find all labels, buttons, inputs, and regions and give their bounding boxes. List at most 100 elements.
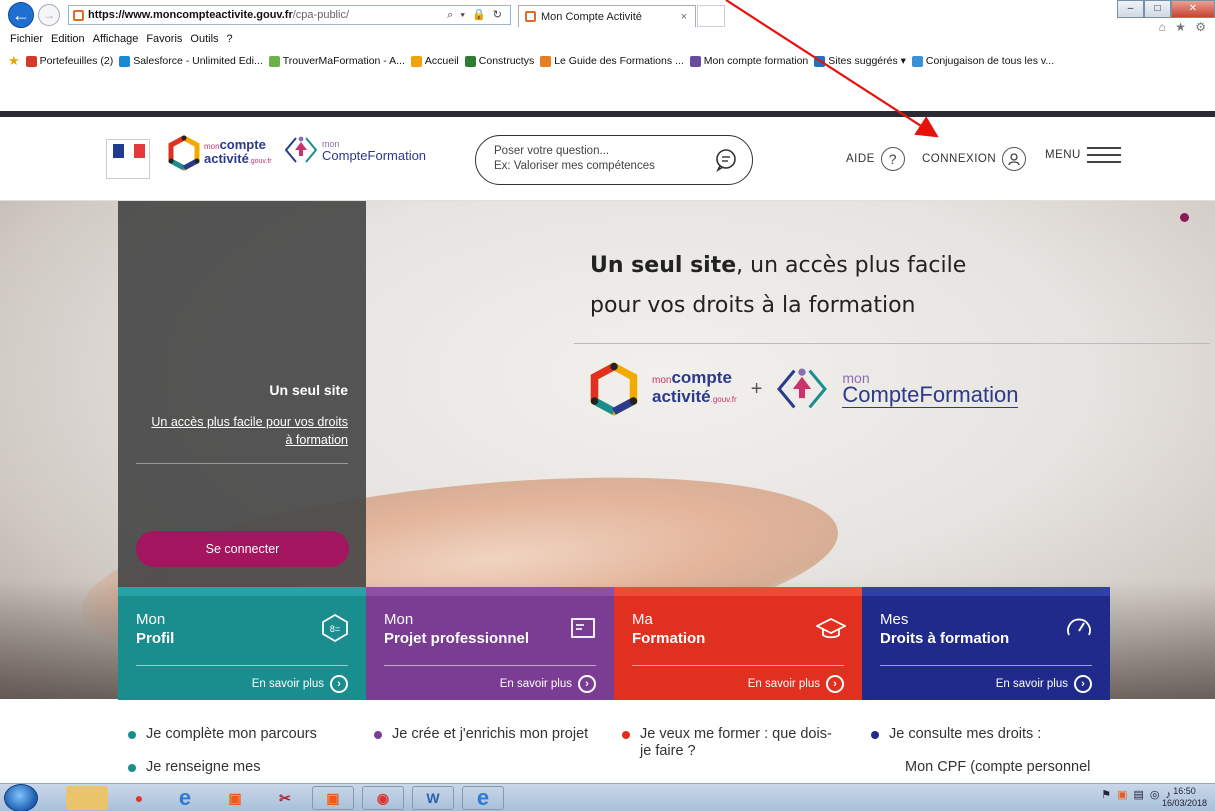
menu-item[interactable]: Edition	[51, 33, 85, 45]
card-line-2: Profil	[136, 630, 175, 647]
sync-icon[interactable]: ◎	[1150, 788, 1160, 801]
card-line-2: Droits à formation	[880, 630, 1010, 647]
feature-card[interactable]: Mon Profil 8= En savoir plus ›	[118, 587, 366, 700]
feature-card[interactable]: Mon Projet professionnel En savoir plus ›	[366, 587, 614, 700]
hero-cpa-suffix: .gouv.fr	[710, 395, 737, 404]
hero-cf-word2: CompteFormation	[842, 381, 1019, 407]
bullet-text: Je consulte mes droits :	[889, 726, 1042, 742]
bullet-text: Je crée et j'enrichis mon projet	[392, 726, 589, 742]
card-divider	[384, 665, 596, 666]
new-tab-button[interactable]	[697, 5, 725, 27]
flag-icon[interactable]: ⚑	[1101, 788, 1111, 801]
hero-cpa-prefix: mon	[652, 375, 672, 386]
address-controls[interactable]: ⌕ ▾ 🔒 ↻	[447, 8, 504, 22]
menu-link[interactable]: MENU	[1045, 147, 1121, 163]
favorite-link[interactable]: Accueil	[410, 55, 459, 67]
favorite-link[interactable]: Conjugaison de tous les v...	[911, 55, 1055, 67]
learn-more-link[interactable]: En savoir plus ›	[500, 675, 596, 693]
bullet-item[interactable]: Je crée et j'enrichis mon projet	[374, 726, 594, 743]
chevron-right-icon: ›	[578, 675, 596, 693]
favorite-icon	[464, 55, 476, 67]
gauge-icon	[1064, 613, 1094, 643]
carousel-dot[interactable]	[1180, 213, 1189, 222]
panel-divider	[136, 463, 348, 464]
favorite-link[interactable]: Mon compte formation	[689, 55, 808, 67]
url-path: /cpa-public/	[292, 9, 350, 21]
menu-item[interactable]: Outils	[190, 33, 218, 45]
favorites-star-icon[interactable]: ★	[8, 53, 20, 69]
learn-more-label: En savoir plus	[995, 678, 1068, 690]
hero-cpa-line2: activité.gouv.fr	[652, 388, 737, 408]
outlook-tray-icon[interactable]: ▣	[1117, 788, 1127, 801]
browser-chrome: ← → https://www.moncompteactivite.gouv.f…	[0, 0, 1215, 113]
outlook-icon[interactable]: ▣	[214, 786, 256, 810]
bullet-dot-icon	[374, 731, 382, 739]
hexagon-logo-large-icon	[590, 362, 638, 416]
tab-close-icon[interactable]: ×	[681, 11, 687, 23]
card-top-bar	[614, 587, 862, 596]
menu-item[interactable]: Favoris	[146, 33, 182, 45]
learn-more-link[interactable]: En savoir plus ›	[252, 675, 348, 693]
explorer-icon[interactable]	[66, 786, 108, 810]
question-search-input[interactable]: Poser votre question... Ex: Valoriser me…	[475, 135, 753, 185]
clock[interactable]: 16:50 16/03/2018	[1162, 785, 1207, 809]
bullet-item[interactable]: Je complète mon parcours	[128, 726, 358, 743]
feature-card[interactable]: Ma Formation En savoir plus ›	[614, 587, 862, 700]
app-icon[interactable]: ◉	[362, 786, 404, 810]
window-controls: – □ ✕	[1117, 0, 1215, 18]
hero-cpa-word1: compte	[671, 368, 732, 387]
learn-more-link[interactable]: En savoir plus ›	[996, 675, 1092, 693]
panel-link[interactable]: Un accès plus facile pour vos droits à f…	[148, 413, 348, 449]
logo-moncompteactivite[interactable]: moncompte activité.gouv.fr	[168, 135, 272, 171]
bullet-item[interactable]: Je renseigne mes	[128, 759, 358, 776]
ministry-logo[interactable]	[106, 139, 150, 179]
forward-button[interactable]: →	[38, 4, 60, 26]
minimize-button[interactable]: –	[1117, 0, 1144, 18]
start-button[interactable]	[4, 784, 38, 811]
address-bar[interactable]: https://www.moncompteactivite.gouv.fr/cp…	[68, 5, 511, 25]
help-link[interactable]: AIDE ?	[846, 147, 905, 171]
browser-tab[interactable]: Mon Compte Activité ×	[518, 5, 696, 27]
favorite-link[interactable]: Portefeuilles (2)	[25, 55, 113, 67]
menu-item[interactable]: Fichier	[10, 33, 43, 45]
url-host: https://www.moncompteactivite.gouv.fr	[88, 9, 293, 21]
compteformation-logo-large-icon	[777, 368, 828, 409]
favorite-icon	[814, 55, 826, 67]
close-window-button[interactable]: ✕	[1171, 0, 1215, 18]
menu-item[interactable]: ?	[227, 33, 233, 45]
learn-more-label: En savoir plus	[747, 678, 820, 690]
favorite-icon	[540, 55, 552, 67]
bullet-item[interactable]: Je consulte mes droits :	[871, 726, 1101, 743]
maximize-button[interactable]: □	[1144, 0, 1171, 18]
connect-button[interactable]: Se connecter	[136, 531, 349, 567]
card-top-bar	[366, 587, 614, 596]
favorite-link[interactable]: Salesforce - Unlimited Edi...	[119, 55, 263, 67]
favorite-link[interactable]: Le Guide des Formations ...	[540, 55, 684, 67]
bullet-item[interactable]: Je veux me former : que dois-je faire ?	[622, 726, 842, 760]
chrome-icon[interactable]: ●	[118, 786, 160, 810]
menu-item[interactable]: Affichage	[93, 33, 139, 45]
ie-icon[interactable]: e	[164, 785, 206, 810]
hero-cf-wordmark: mon CompteFormation	[842, 371, 1019, 408]
logo-moncompteformation[interactable]: mon CompteFormation	[284, 135, 426, 165]
compteformation-logo-icon	[284, 136, 318, 163]
word-icon[interactable]: W	[412, 786, 454, 810]
favorite-icon	[25, 55, 37, 67]
feature-card[interactable]: Mes Droits à formation En savoir plus ›	[862, 587, 1110, 700]
login-link[interactable]: CONNEXION	[922, 147, 1027, 171]
back-button[interactable]: ←	[8, 2, 34, 28]
outlook-open-icon[interactable]: ▣	[312, 786, 354, 810]
ie-open-icon[interactable]: e	[462, 785, 504, 810]
snipping-tool-icon[interactable]: ✂	[264, 786, 306, 810]
bullet-column: Je crée et j'enrichis mon projet	[374, 726, 594, 759]
favorite-link[interactable]: TrouverMaFormation - A...	[268, 55, 405, 67]
favorite-link[interactable]: Constructys	[464, 55, 534, 67]
network-icon[interactable]: ▤	[1133, 788, 1143, 801]
learn-more-link[interactable]: En savoir plus ›	[748, 675, 844, 693]
chat-bubble-icon[interactable]	[714, 148, 738, 172]
favorite-link[interactable]: Sites suggérés ▾	[814, 55, 906, 67]
cf-wordmark: mon CompteFormation	[322, 138, 426, 162]
user-icon	[1002, 147, 1027, 171]
favorite-label: Conjugaison de tous les v...	[925, 55, 1055, 67]
bullet-text: Je renseigne mes	[146, 759, 261, 775]
